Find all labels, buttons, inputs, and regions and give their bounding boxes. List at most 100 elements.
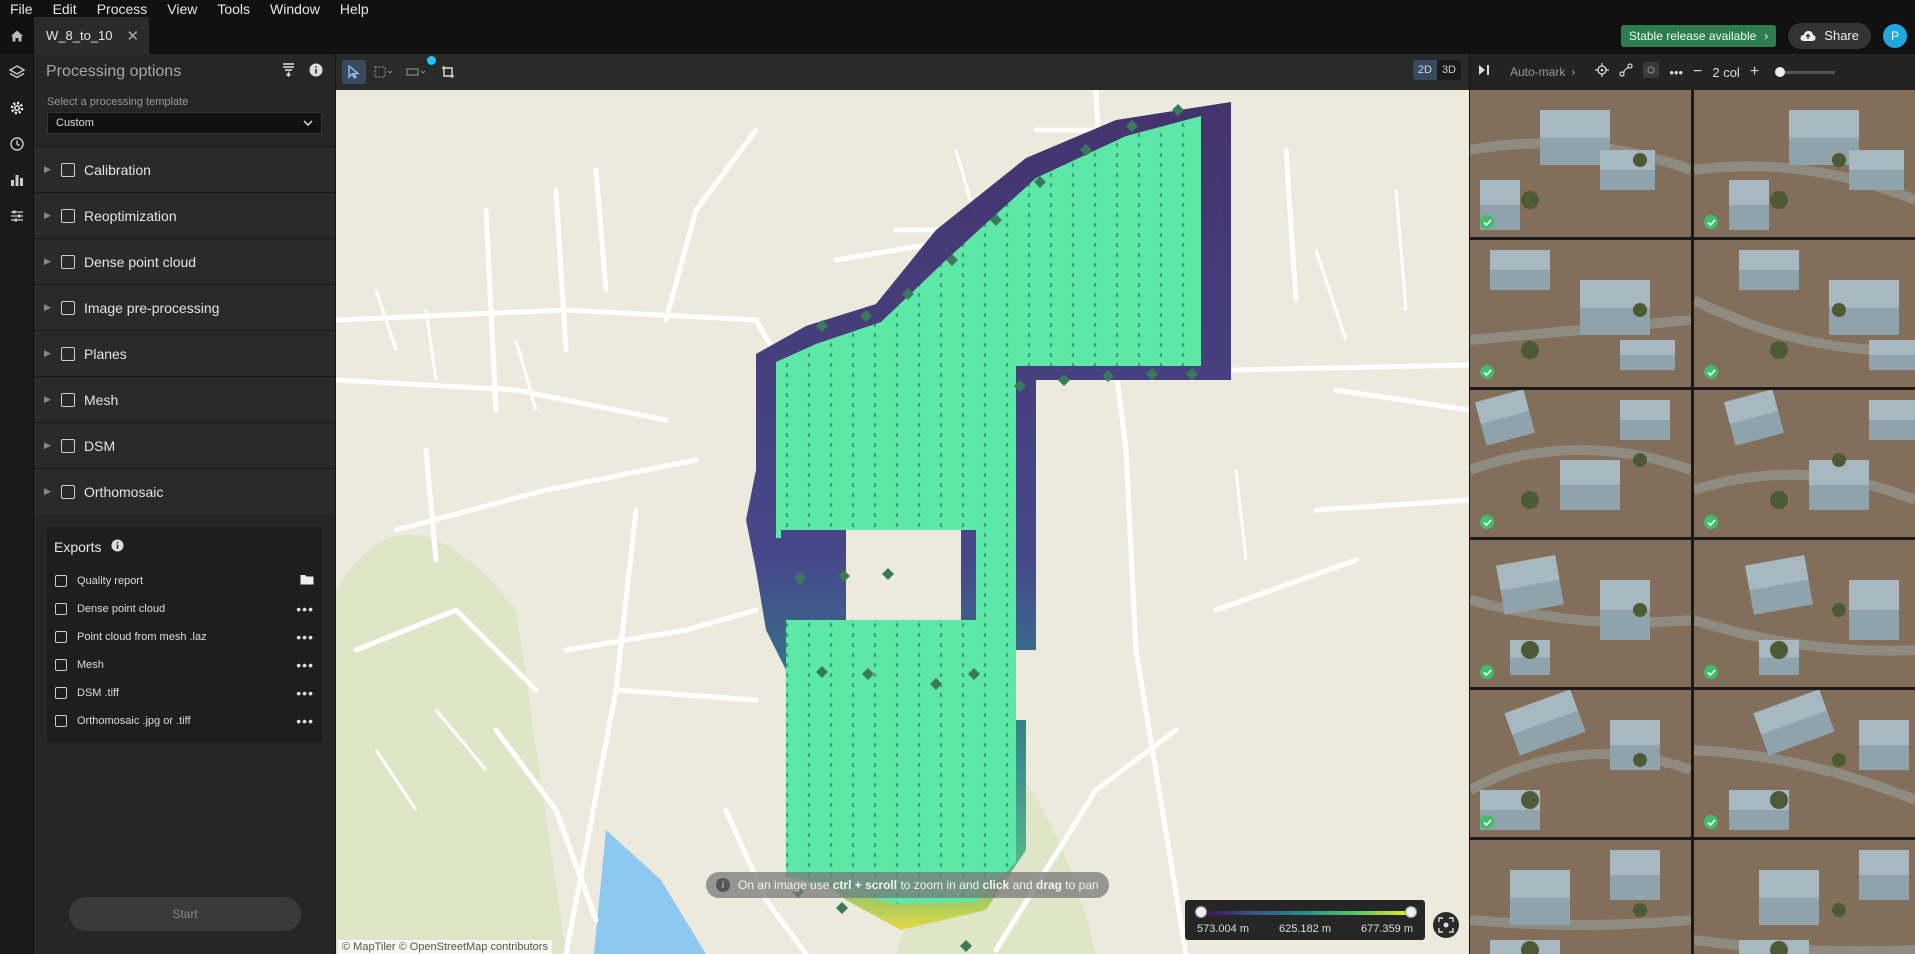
image-thumbnail[interactable] (1694, 540, 1915, 687)
expand-caret-icon[interactable]: ▶ (44, 210, 52, 221)
layers-icon[interactable] (0, 54, 34, 90)
zoom-out-icon[interactable]: − (1693, 63, 1702, 81)
menu-process[interactable]: Process (87, 1, 158, 17)
menu-edit[interactable]: Edit (43, 1, 87, 17)
link-icon[interactable] (1619, 62, 1633, 82)
zoom-in-icon[interactable]: + (1750, 63, 1759, 81)
map-attribution[interactable]: © MapTiler © OpenStreetMap contributors (338, 940, 552, 954)
image-thumbnail[interactable] (1470, 840, 1691, 954)
option-checkbox[interactable] (61, 162, 75, 177)
option-checkbox[interactable] (61, 254, 75, 269)
option-planes[interactable]: ▶ Planes (34, 330, 335, 376)
thumbnail-size-slider[interactable] (1775, 66, 1836, 77)
image-thumbnail[interactable] (1470, 240, 1691, 387)
option-dense-point-cloud[interactable]: ▶ Dense point cloud (34, 238, 335, 284)
rectangle-select-tool[interactable] (370, 60, 398, 84)
statistics-icon[interactable] (0, 162, 34, 198)
export-checkbox[interactable] (55, 603, 67, 615)
menu-window[interactable]: Window (260, 1, 330, 17)
target-icon[interactable] (1595, 62, 1610, 82)
option-orthomosaic[interactable]: ▶ Orthomosaic (34, 468, 335, 514)
option-calibration[interactable]: ▶ Calibration (34, 146, 335, 192)
image-thumbnail[interactable] (1694, 690, 1915, 837)
menu-file[interactable]: File (0, 1, 43, 17)
export-dsm-tiff[interactable]: DSM .tiff ••• (47, 679, 322, 707)
expand-caret-icon[interactable]: ▶ (44, 256, 52, 267)
expand-caret-icon[interactable]: ▶ (44, 486, 52, 497)
folder-icon[interactable] (300, 574, 314, 588)
image-thumbnail[interactable] (1470, 690, 1691, 837)
export-checkbox[interactable] (55, 575, 67, 587)
home-icon[interactable] (0, 17, 34, 54)
focus-icon[interactable] (1643, 61, 1660, 83)
image-thumbnail[interactable] (1694, 90, 1915, 237)
option-checkbox[interactable] (61, 300, 75, 315)
exports-info-icon[interactable] (111, 539, 125, 555)
release-available-badge[interactable]: Stable release available › (1620, 24, 1777, 47)
more-options-icon[interactable]: ••• (296, 601, 314, 617)
menu-help[interactable]: Help (330, 1, 379, 17)
auto-mark-button[interactable]: Auto-mark › (1500, 61, 1585, 83)
option-checkbox[interactable] (61, 484, 75, 499)
expand-caret-icon[interactable]: ▶ (44, 440, 52, 451)
user-avatar[interactable]: P (1883, 23, 1907, 48)
export-mesh[interactable]: Mesh ••• (47, 651, 322, 679)
more-options-icon[interactable]: ••• (296, 629, 314, 645)
select-tool[interactable] (342, 60, 366, 84)
info-icon[interactable] (309, 63, 323, 82)
more-options-icon[interactable]: ••• (296, 713, 314, 729)
image-thumbnail[interactable] (1694, 840, 1915, 954)
crop-tool[interactable] (436, 60, 460, 84)
menu-view[interactable]: View (157, 1, 207, 17)
image-thumbnail[interactable] (1470, 390, 1691, 537)
history-icon[interactable] (0, 126, 34, 162)
legend-min-handle[interactable] (1195, 906, 1207, 918)
template-select[interactable]: Custom (47, 112, 322, 134)
view-2d-button[interactable]: 2D (1412, 60, 1437, 80)
fit-to-view-icon[interactable] (1433, 912, 1459, 938)
export-checkbox[interactable] (55, 687, 67, 699)
option-mesh[interactable]: ▶ Mesh (34, 376, 335, 422)
view-3d-button[interactable]: 3D (1437, 60, 1461, 80)
processing-option-list: ▶ Calibration ▶ Reoptimization ▶ Dense poin… (34, 146, 335, 514)
more-options-icon[interactable]: ••• (296, 685, 314, 701)
option-dsm[interactable]: ▶ DSM (34, 422, 335, 468)
option-checkbox[interactable] (61, 346, 75, 361)
export-checkbox[interactable] (55, 715, 67, 727)
legend-max-handle[interactable] (1405, 906, 1417, 918)
export-checkbox[interactable] (55, 631, 67, 643)
project-tab[interactable]: W_8_to_10 ✕ (34, 17, 150, 54)
image-thumbnail[interactable] (1694, 240, 1915, 387)
more-options-icon[interactable]: ••• (296, 657, 314, 673)
option-checkbox[interactable] (61, 438, 75, 453)
menu-tools[interactable]: Tools (207, 1, 260, 17)
export-quality-report[interactable]: Quality report (47, 567, 322, 595)
more-icon[interactable]: ••• (1669, 65, 1683, 80)
processing-gear-icon[interactable] (0, 90, 34, 126)
settings-sliders-icon[interactable] (0, 198, 34, 234)
image-thumbnail[interactable] (1470, 90, 1691, 237)
collapse-panel-icon[interactable] (1478, 63, 1490, 81)
map-canvas[interactable] (336, 90, 1469, 954)
map-view[interactable]: 2D 3D i On an image use ctrl + scroll to… (336, 54, 1469, 954)
calibrated-check-icon (1704, 665, 1718, 679)
export-orthomosaic[interactable]: Orthomosaic .jpg or .tiff ••• (47, 707, 322, 735)
image-thumbnail[interactable] (1470, 540, 1691, 687)
option-image-pre-processing[interactable]: ▶ Image pre-processing (34, 284, 335, 330)
option-checkbox[interactable] (61, 208, 75, 223)
option-checkbox[interactable] (61, 392, 75, 407)
expand-caret-icon[interactable]: ▶ (44, 302, 52, 313)
close-tab-icon[interactable]: ✕ (127, 27, 140, 45)
image-thumbnail[interactable] (1694, 390, 1915, 537)
export-dense-point-cloud[interactable]: Dense point cloud ••• (47, 595, 322, 623)
start-button[interactable]: Start (69, 897, 301, 931)
expand-caret-icon[interactable]: ▶ (44, 394, 52, 405)
export-point-cloud-from-mesh[interactable]: Point cloud from mesh .laz ••• (47, 623, 322, 651)
expand-caret-icon[interactable]: ▶ (44, 348, 52, 359)
option-reoptimization[interactable]: ▶ Reoptimization (34, 192, 335, 238)
share-button[interactable]: Share (1788, 22, 1871, 49)
collapse-all-icon[interactable] (282, 62, 295, 82)
expand-caret-icon[interactable]: ▶ (44, 164, 52, 175)
export-checkbox[interactable] (55, 659, 67, 671)
measure-tool[interactable] (402, 56, 436, 84)
